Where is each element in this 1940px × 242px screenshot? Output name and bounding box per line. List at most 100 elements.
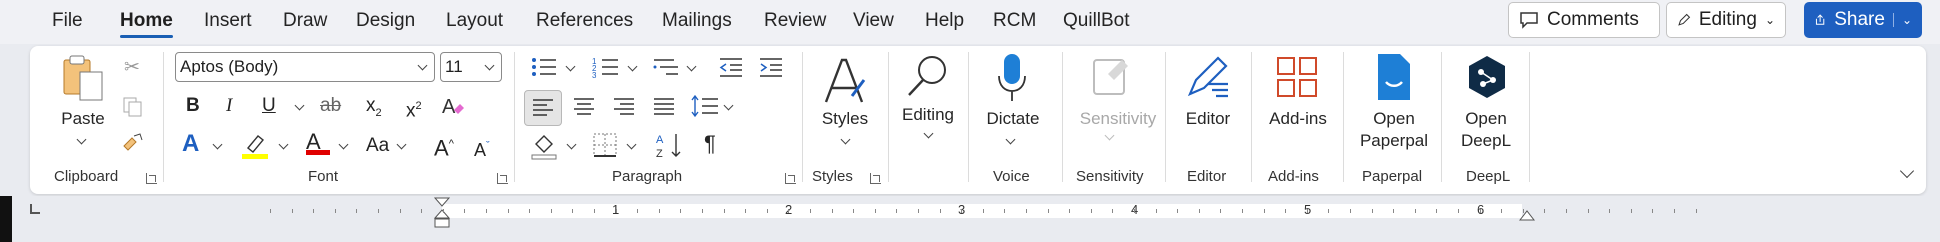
dictate-label[interactable]: Dictate [980,108,1046,130]
justify-icon[interactable] [646,90,682,124]
tab-rcm[interactable]: RCM [993,10,1036,32]
format-painter-icon[interactable] [122,132,146,154]
microphone-icon[interactable] [996,52,1028,104]
bold-button[interactable]: B [186,96,200,116]
ruler-tick [1328,209,1329,213]
find-icon[interactable] [904,52,952,100]
shrink-font-button[interactable]: Aˇ [474,136,490,160]
ruler-tick [1458,209,1459,213]
ruler-tick [896,209,897,213]
subscript-button[interactable]: x2 [366,96,382,123]
comments-button[interactable]: Comments [1508,2,1660,38]
tab-file[interactable]: File [52,10,83,32]
ruler-tick [1177,209,1178,213]
tab-review[interactable]: Review [764,10,826,32]
right-indent-marker-icon[interactable] [1518,208,1536,222]
ruler-tick [832,209,833,213]
cut-icon[interactable]: ✂ [124,58,140,78]
sensitivity-group-label: Sensitivity [1076,168,1144,185]
ruler-tick [1415,209,1416,213]
paragraph-launcher-icon[interactable] [785,173,796,184]
bullets-icon[interactable] [530,56,558,78]
open-deepl-button[interactable]: Open DeepL [1448,108,1524,152]
styles-icon[interactable] [822,56,868,106]
ruler-tick [443,209,444,213]
tab-layout[interactable]: Layout [446,10,503,32]
ruler-tick [983,209,984,213]
voice-group-label: Voice [993,168,1030,185]
underline-button[interactable]: U [262,96,276,116]
sort-icon[interactable]: AZ [654,130,684,160]
add-ins-icon[interactable] [1276,56,1318,98]
deepl-icon[interactable] [1466,54,1508,100]
font-family-select[interactable]: Aptos (Body) [175,52,435,82]
tab-view[interactable]: View [853,10,894,32]
line-spacing-icon[interactable] [690,92,720,122]
separator [163,52,164,182]
italic-button[interactable]: I [226,96,232,116]
ruler-tick [400,209,401,213]
strikethrough-button[interactable]: ab [320,96,341,116]
paste-label[interactable]: Paste [58,108,108,130]
shading-icon[interactable] [530,130,560,160]
ruler-tick [1004,209,1005,213]
ruler-tick [1631,209,1632,213]
editor-label[interactable]: Editor [1176,108,1240,130]
share-button[interactable]: Share ⌄ [1804,2,1922,38]
increase-indent-icon[interactable] [758,56,784,78]
editing-label[interactable]: Editing [894,104,962,126]
tab-references[interactable]: References [536,10,633,32]
ruler-tick [1544,209,1545,213]
paragraph-group-label: Paragraph [612,168,683,185]
show-formatting-marks-icon[interactable]: ¶ [704,133,716,155]
tab-mailings[interactable]: Mailings [662,10,732,32]
font-launcher-icon[interactable] [497,173,508,184]
copy-icon[interactable] [122,96,144,118]
styles-label[interactable]: Styles [812,108,878,130]
paste-icon[interactable] [60,54,108,104]
multilevel-list-icon[interactable] [652,56,680,78]
tab-help[interactable]: Help [925,10,964,32]
tab-quillbot[interactable]: QuillBot [1063,10,1130,32]
indent-marker-icon[interactable] [432,196,452,230]
ruler-tick [659,209,660,213]
decrease-indent-icon[interactable] [718,56,744,78]
styles-launcher-icon[interactable] [870,173,881,184]
tab-draw[interactable]: Draw [283,10,327,32]
ruler-tick [1436,209,1437,213]
change-case-button[interactable]: Aa [366,136,389,156]
align-center-icon[interactable] [566,90,602,124]
superscript-button[interactable]: x2 [406,96,422,121]
grow-font-button[interactable]: A^ [434,134,454,161]
share-label: Share [1834,9,1885,30]
chevron-down-icon [417,60,428,71]
sensitivity-label: Sensitivity [1079,109,1157,128]
align-right-icon[interactable] [606,90,642,124]
text-effects-icon[interactable]: A [182,132,199,156]
tab-insert[interactable]: Insert [204,10,252,32]
font-color-icon[interactable]: A [306,131,330,155]
window-edge [0,196,12,242]
ruler-tick [1588,209,1589,213]
editing-mode-button[interactable]: Editing ⌄ [1666,2,1786,38]
open-paperpal-button[interactable]: Open Paperpal [1352,108,1436,152]
font-size-select[interactable]: 11 [440,52,502,82]
tab-design[interactable]: Design [356,10,415,32]
highlight-icon[interactable] [240,130,270,160]
tab-selector-icon[interactable] [30,204,40,214]
chevron-down-icon: ⌄ [1892,13,1912,27]
borders-icon[interactable] [592,132,618,158]
ruler-tick [1393,209,1394,213]
font-size-value: 11 [445,57,463,76]
separator [1165,52,1166,182]
clear-formatting-icon[interactable]: A [440,94,466,118]
editor-icon[interactable] [1184,54,1232,102]
tab-home[interactable]: Home [120,10,173,38]
paperpal-icon[interactable] [1376,52,1412,102]
clipboard-launcher-icon[interactable] [146,173,157,184]
numbering-icon[interactable]: 123 [592,56,620,78]
comment-icon [1520,12,1538,29]
align-left-button[interactable] [524,90,562,126]
grow-font-label: A [434,135,449,161]
add-ins-label[interactable]: Add-ins [1258,108,1338,130]
